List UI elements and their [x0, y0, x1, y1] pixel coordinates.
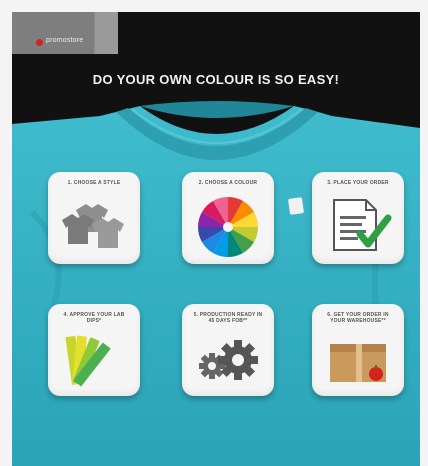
neck-label: [287, 197, 305, 215]
step-card-choose-colour: 2. CHOOSE A COLOUR: [182, 172, 274, 264]
headline: DO YOUR OWN COLOUR IS SO EASY!: [92, 72, 340, 87]
gears-icon: [199, 340, 258, 380]
shipping-box-icon: [330, 344, 386, 382]
step-card-production: 5. PRODUCTION READY IN 45 DAYS FOB**: [182, 304, 274, 396]
tshirt-stack-icon: [62, 204, 124, 248]
color-swatches-icon: [65, 335, 111, 387]
step-card-choose-style: 1. CHOOSE A STYLE: [48, 172, 140, 264]
poster: promostore DO YOUR OWN COLOUR IS SO EASY…: [12, 12, 420, 466]
checked-document-icon: [333, 199, 392, 251]
logo-dot-icon: [36, 39, 43, 46]
color-wheel-icon: [197, 196, 259, 258]
step-card-delivery: 6. GET YOUR ORDER IN YOUR WAREHOUSE**: [312, 304, 404, 396]
brand-logo: promostore: [12, 12, 118, 54]
step-card-approve-lab-dips: 4. APPROVE YOUR LAB DIPS*: [48, 304, 140, 396]
brand-name: promostore: [46, 37, 84, 44]
step-card-place-order: 3. PLACE YOUR ORDER: [312, 172, 404, 264]
